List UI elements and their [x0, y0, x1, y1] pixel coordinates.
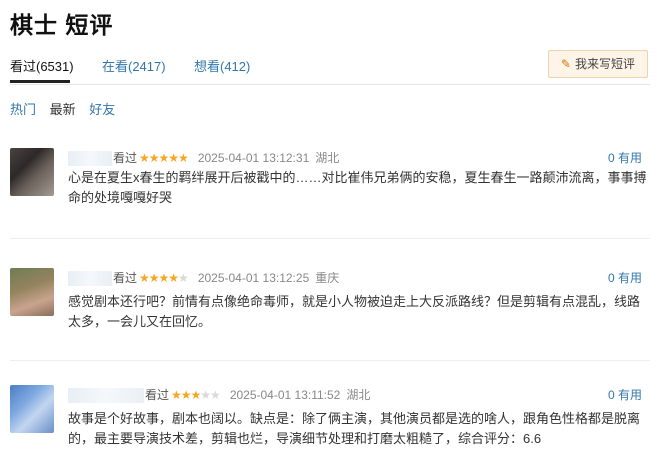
comment-text: 感觉剧本还行吧？前情有点像绝命毒师，就是小人物被迫走上大反派路线？但是剪辑有点混… — [68, 294, 641, 329]
avatar[interactable] — [10, 268, 54, 316]
sort-hot[interactable]: 热门 — [10, 102, 36, 117]
divider — [10, 238, 650, 239]
watch-status: 看过 — [113, 271, 138, 285]
username[interactable] — [68, 151, 112, 167]
tab-want-to-watch[interactable]: 想看(412) — [194, 56, 250, 75]
username[interactable] — [68, 388, 144, 404]
avatar[interactable] — [10, 148, 54, 196]
comment-text: 故事是个好故事，剧本也阔以。缺点是：除了俩主演，其他演员都是选的啥人，跟角色性格… — [68, 411, 641, 446]
page-title: 棋士 短评 — [10, 12, 114, 38]
rating-stars: ★★★★★ — [171, 388, 221, 402]
rating-stars-empty: ★ — [178, 271, 189, 285]
active-tab-indicator — [10, 80, 70, 83]
username[interactable] — [68, 271, 112, 287]
watch-status: 看过 — [113, 151, 138, 165]
rating-stars-filled: ★★★★ — [139, 271, 179, 285]
comment-item: 看过 ★★★★★ 2025-04-01 13:12:31 湖北 0 有用 心是在夏生x… — [10, 148, 650, 218]
divider — [10, 360, 650, 361]
tab-watching[interactable]: 在看(2417) — [102, 56, 166, 75]
tab-watched[interactable]: 看过(6531) — [10, 56, 74, 75]
comment-meta: 看过 ★★★★★ 2025-04-01 13:12:25 重庆 — [68, 268, 345, 288]
comment-location: 湖北 — [346, 388, 371, 402]
comment-time: 2025-04-01 13:12:31 — [197, 151, 310, 165]
sort-friends[interactable]: 好友 — [89, 102, 115, 117]
avatar[interactable] — [10, 385, 54, 433]
write-review-button[interactable]: ✎ 我来写短评 — [547, 50, 648, 78]
rating-stars-empty: ★★ — [200, 388, 220, 402]
write-review-label: 我来写短评 — [574, 57, 635, 71]
useful-button[interactable]: 0 有用 — [608, 148, 642, 168]
comment-item: 看过 ★★★★★ 2025-04-01 13:11:52 湖北 0 有用 故事是个好故… — [10, 385, 650, 455]
comment-time: 2025-04-01 13:11:52 — [229, 388, 341, 402]
comment-meta: 看过 ★★★★★ 2025-04-01 13:12:31 湖北 — [68, 148, 345, 168]
watch-status: 看过 — [145, 388, 170, 402]
useful-button[interactable]: 0 有用 — [608, 385, 642, 405]
rating-stars: ★★★★★ — [139, 151, 189, 165]
comment-item: 看过 ★★★★★ 2025-04-01 13:12:25 重庆 0 有用 感觉剧本还行… — [10, 268, 650, 338]
comment-text: 心是在夏生x春生的羁绊展开后被戳中的……对比崔伟兄弟俩的安稳，夏生春生一路颠沛流… — [68, 170, 647, 205]
useful-button[interactable]: 0 有用 — [608, 268, 642, 288]
pencil-icon: ✎ — [560, 57, 571, 71]
comment-location: 重庆 — [315, 271, 340, 285]
comment-time: 2025-04-01 13:12:25 — [197, 271, 310, 285]
sort-options: 热门 最新 好友 — [10, 99, 125, 118]
rating-stars: ★★★★★ — [139, 271, 189, 285]
rating-stars-filled: ★★★ — [171, 388, 201, 402]
comment-meta: 看过 ★★★★★ 2025-04-01 13:11:52 湖北 — [68, 385, 376, 405]
comment-location: 湖北 — [315, 151, 340, 165]
sort-latest[interactable]: 最新 — [50, 102, 76, 117]
